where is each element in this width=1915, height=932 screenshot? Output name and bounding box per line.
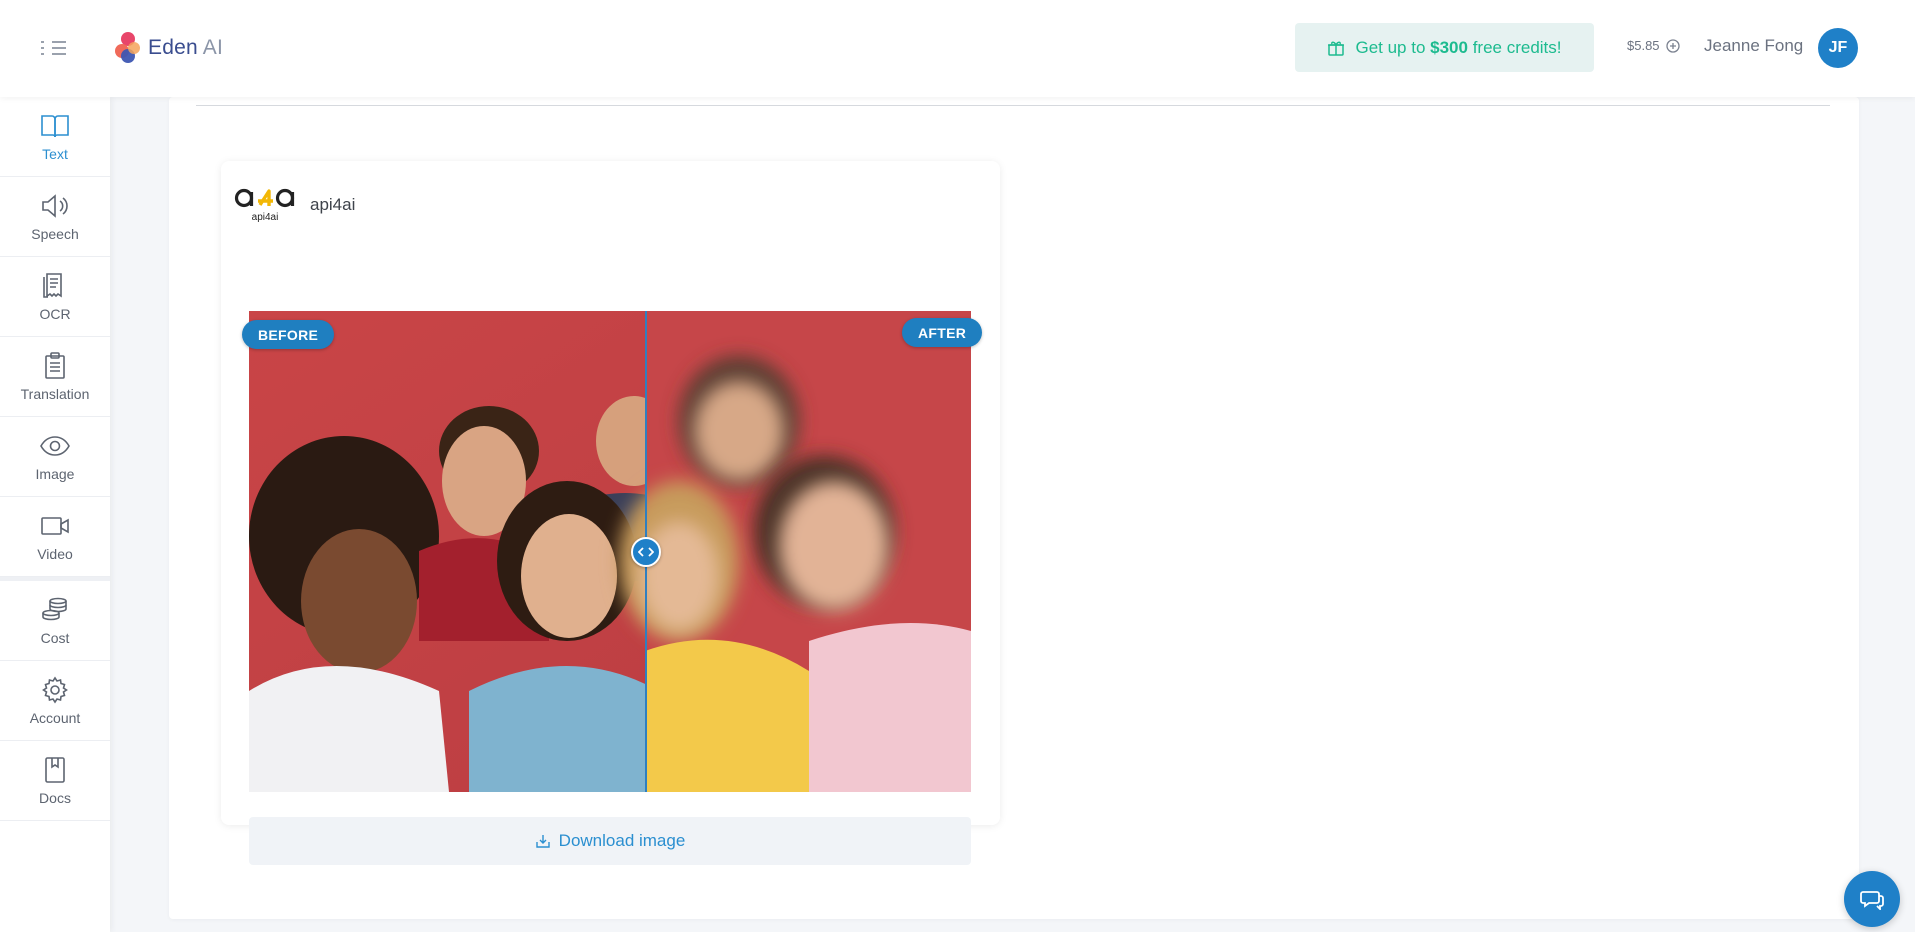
- eden-ai-logo[interactable]: Eden AI: [114, 30, 223, 66]
- download-label: Download image: [558, 831, 686, 850]
- eye-icon: [40, 435, 70, 456]
- sidebar-item-label: Translation: [20, 385, 90, 402]
- api4ai-logo: api4ai: [234, 188, 295, 223]
- logo-text: Eden AI: [148, 36, 223, 59]
- sidebar-item-label: Docs: [39, 789, 71, 806]
- comparison-image-area: [249, 311, 971, 792]
- credit-balance[interactable]: $5.85: [1627, 38, 1680, 53]
- provider-name: api4ai: [310, 195, 356, 214]
- sidebar-item-cost[interactable]: Cost: [0, 581, 110, 661]
- sidebar-item-label: Video: [37, 545, 73, 562]
- book-icon: [41, 114, 69, 137]
- sidebar-item-docs[interactable]: Docs: [0, 741, 110, 821]
- menu-toggle-icon[interactable]: [40, 38, 68, 58]
- download-image-button[interactable]: Download image: [249, 817, 971, 865]
- provider-header: api4ai api4ai: [234, 187, 355, 223]
- sidebar-item-label: Account: [29, 709, 81, 726]
- free-credits-banner[interactable]: Get up to $300 free credits!: [1295, 23, 1594, 72]
- sidebar-item-label: Speech: [31, 225, 79, 242]
- sidebar-item-translation[interactable]: Translation: [0, 337, 110, 417]
- clipboard-icon: [45, 351, 65, 379]
- gift-icon: [1328, 41, 1345, 56]
- gear-icon: [42, 676, 68, 703]
- before-badge: BEFORE: [242, 320, 335, 349]
- left-right-arrows-icon: [638, 547, 654, 557]
- sidebar-item-video[interactable]: Video: [0, 497, 110, 577]
- sidebar-item-ocr[interactable]: OCR: [0, 257, 110, 337]
- chat-support-button[interactable]: [1844, 871, 1900, 927]
- speaker-icon: [42, 193, 68, 218]
- group-photo: [249, 311, 971, 792]
- sidebar-item-label: Text: [42, 145, 68, 162]
- section-divider: [196, 105, 1830, 106]
- bookmark-book-icon: [45, 756, 65, 783]
- sidebar-item-text[interactable]: Text: [0, 97, 110, 177]
- sidebar-item-account[interactable]: Account: [0, 661, 110, 741]
- svg-text:api4ai: api4ai: [252, 212, 279, 223]
- balance-amount: $5.85: [1627, 38, 1660, 53]
- chat-bubble-icon: [1860, 891, 1884, 910]
- sidebar-item-label: OCR: [39, 305, 71, 322]
- user-name[interactable]: Jeanne Fong: [1704, 36, 1803, 56]
- sidebar-item-label: Cost: [40, 629, 70, 646]
- after-badge: AFTER: [902, 318, 983, 347]
- user-avatar[interactable]: JF: [1818, 28, 1858, 68]
- free-credits-text: Get up to $300 free credits!: [1355, 37, 1562, 57]
- sidebar-nav: Text Speech OCR Translation Image Video: [0, 97, 110, 932]
- before-after-image-comparison[interactable]: BEFORE AFTER: [242, 311, 983, 792]
- provider-result-card: api4ai api4ai BEFORE AFTER Download imag…: [221, 161, 1000, 865]
- add-circle-icon: [1665, 38, 1680, 53]
- sidebar-item-label: Image: [35, 465, 75, 482]
- sidebar-item-image[interactable]: Image: [0, 417, 110, 497]
- video-camera-icon: [41, 516, 69, 535]
- comparison-drag-handle[interactable]: [631, 537, 661, 567]
- receipt-icon: [43, 272, 62, 298]
- top-header: Eden AI Get up to $300 free credits! $5.…: [0, 0, 1915, 97]
- coins-icon: [42, 597, 67, 620]
- main-content: api4ai api4ai BEFORE AFTER Download imag…: [169, 97, 1859, 919]
- download-icon: [535, 835, 550, 848]
- eden-ai-logo-icon: [115, 32, 140, 63]
- sidebar-item-speech[interactable]: Speech: [0, 177, 110, 257]
